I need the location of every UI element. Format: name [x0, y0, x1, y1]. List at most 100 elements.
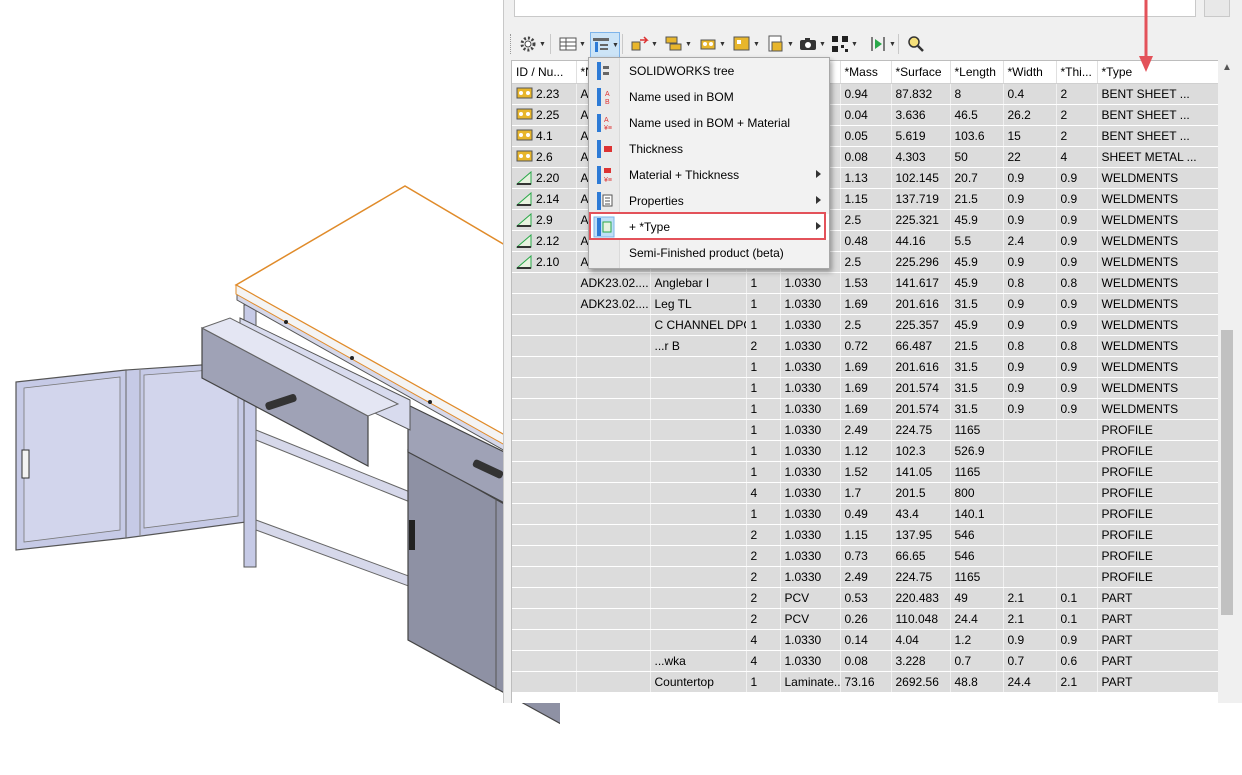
- cell-surface: 102.145: [891, 167, 951, 189]
- cell-mass: 1.69: [840, 398, 892, 420]
- cell-name: [576, 377, 651, 399]
- cell-id: 2.20: [512, 167, 577, 189]
- cell-type: PROFILE: [1097, 566, 1219, 588]
- cell-desc: [650, 608, 747, 630]
- table-row[interactable]: 4 1.0330 0.14 4.04 1.2 0.9 0.9 PART: [512, 629, 1219, 651]
- cell-qty: 1: [746, 503, 781, 525]
- cell-desc: [650, 356, 747, 378]
- table-row[interactable]: 1 1.0330 0.49 43.4 140.1 PROFILE: [512, 503, 1219, 525]
- table-row[interactable]: 1 1.0330 1.12 102.3 526.9 PROFILE: [512, 440, 1219, 462]
- cell-id: [512, 503, 577, 525]
- table-row[interactable]: 1 1.0330 1.69 201.574 31.5 0.9 0.9 WELDMENTS: [512, 398, 1219, 420]
- table-row[interactable]: 1 1.0330 1.69 201.616 31.5 0.9 0.9 WELDMENTS: [512, 356, 1219, 378]
- table-row[interactable]: C CHANNEL DPG 1 1.0330 2.5 225.357 45.9 0.9 0.9…: [512, 314, 1219, 336]
- cell-type: PART: [1097, 671, 1219, 693]
- cell-mass: 1.52: [840, 461, 892, 483]
- cell-name: [576, 503, 651, 525]
- cell-surface: 110.048: [891, 608, 951, 630]
- sheet-metal-icon[interactable]: ▼: [732, 32, 760, 56]
- cell-surface: 102.3: [891, 440, 951, 462]
- table-row[interactable]: Countertop 1 Laminate... 73.16 2692.56 48.8 24…: [512, 671, 1219, 693]
- cell-type: WELDMENTS: [1097, 356, 1219, 378]
- column-header[interactable]: *Width: [1003, 61, 1057, 84]
- part-icon[interactable]: ▼: [698, 32, 726, 56]
- scroll-up-icon[interactable]: ▲: [1218, 62, 1236, 78]
- cell-type: PROFILE: [1097, 545, 1219, 567]
- menu-item-thickness[interactable]: Thickness: [589, 136, 829, 162]
- cell-qty: 2: [746, 545, 781, 567]
- top-input-button[interactable]: [1204, 0, 1230, 17]
- cell-length: 1165: [950, 566, 1004, 588]
- play-icon[interactable]: ▼: [868, 32, 896, 56]
- table-row[interactable]: 2 1.0330 2.49 224.75 1165 PROFILE: [512, 566, 1219, 588]
- menu-item-name-bom-material[interactable]: A ¥≡ Name used in BOM + Material: [589, 110, 829, 136]
- cell-type: WELDMENTS: [1097, 272, 1219, 294]
- submenu-arrow-icon: [816, 170, 821, 178]
- menu-item-solidworks-tree[interactable]: SOLIDWORKS tree: [589, 58, 829, 84]
- table-row[interactable]: 1 1.0330 1.69 201.574 31.5 0.9 0.9 WELDMENTS: [512, 377, 1219, 399]
- menu-item-properties[interactable]: Properties: [589, 188, 829, 214]
- column-header[interactable]: *Thi...: [1056, 61, 1098, 84]
- menu-item-semi-finished[interactable]: Semi-Finished product (beta): [589, 240, 829, 266]
- cell-width: 2.1: [1003, 587, 1057, 609]
- table-row[interactable]: 2 1.0330 1.15 137.95 546 PROFILE: [512, 524, 1219, 546]
- cell-name: [576, 566, 651, 588]
- top-input-strip[interactable]: [514, 0, 1196, 17]
- cell-mass: 2.5: [840, 314, 892, 336]
- qr-code-icon[interactable]: ▼: [830, 32, 858, 56]
- export-icon[interactable]: ▼: [630, 32, 658, 56]
- cell-thickness: 2: [1056, 83, 1098, 105]
- cell-material: 1.0330: [780, 335, 841, 357]
- camera-icon[interactable]: ▼: [798, 32, 826, 56]
- table-row[interactable]: 2 1.0330 0.73 66.65 546 PROFILE: [512, 545, 1219, 567]
- cell-length: 45.9: [950, 272, 1004, 294]
- cell-width: 0.9: [1003, 398, 1057, 420]
- cell-id: [512, 272, 577, 294]
- document-icon[interactable]: ▼: [766, 32, 794, 56]
- cell-width: 2.1: [1003, 608, 1057, 630]
- cell-qty: 1: [746, 356, 781, 378]
- table-row[interactable]: ADK23.02.... Anglebar I 1 1.0330 1.53 141.617…: [512, 272, 1219, 294]
- cell-id: [512, 356, 577, 378]
- cell-desc: [650, 419, 747, 441]
- table-view-icon[interactable]: ▼: [558, 32, 586, 56]
- cell-surface: 137.719: [891, 188, 951, 210]
- cell-length: 31.5: [950, 293, 1004, 315]
- scroll-thumb[interactable]: [1221, 330, 1233, 615]
- table-row[interactable]: ...wka 4 1.0330 0.08 3.228 0.7 0.7 0.6 PART: [512, 650, 1219, 672]
- cell-mass: 0.08: [840, 650, 892, 672]
- tree-structure-icon[interactable]: ▼: [590, 32, 620, 58]
- cell-name: [576, 335, 651, 357]
- column-header[interactable]: *Mass: [840, 61, 892, 84]
- cell-material: PCV: [780, 587, 841, 609]
- table-row[interactable]: 1 1.0330 2.49 224.75 1165 PROFILE: [512, 419, 1219, 441]
- table-row[interactable]: 2 PCV 0.53 220.483 49 2.1 0.1 PART: [512, 587, 1219, 609]
- menu-item-name-used-in-bom[interactable]: AB Name used in BOM: [589, 84, 829, 110]
- cell-surface: 224.75: [891, 419, 951, 441]
- vertical-scrollbar[interactable]: ▲: [1218, 60, 1236, 703]
- cell-id: [512, 650, 577, 672]
- cell-desc: [650, 461, 747, 483]
- table-row[interactable]: ...r B 2 1.0330 0.72 66.487 21.5 0.8 0.8 WELDMEN…: [512, 335, 1219, 357]
- assembly-icon[interactable]: ▼: [664, 32, 692, 56]
- column-header[interactable]: ID / Nu...: [512, 61, 577, 84]
- cell-thickness: [1056, 545, 1098, 567]
- cell-surface: 66.65: [891, 545, 951, 567]
- table-row[interactable]: ADK23.02.... Leg TL 1 1.0330 1.69 201.616 31.5…: [512, 293, 1219, 315]
- cell-thickness: 0.9: [1056, 209, 1098, 231]
- cell-thickness: 0.9: [1056, 251, 1098, 273]
- cell-length: 49: [950, 587, 1004, 609]
- column-header[interactable]: *Surface: [891, 61, 951, 84]
- cell-id: 2.12: [512, 230, 577, 252]
- column-header[interactable]: *Length: [950, 61, 1004, 84]
- cell-id: [512, 314, 577, 336]
- cell-name: [576, 524, 651, 546]
- menu-item-material-thickness[interactable]: ¥≡ Material + Thickness: [589, 162, 829, 188]
- cell-thickness: 0.8: [1056, 335, 1098, 357]
- settings-icon[interactable]: ▼: [518, 32, 546, 56]
- cell-material: 1.0330: [780, 356, 841, 378]
- zoom-icon[interactable]: [906, 32, 926, 56]
- table-row[interactable]: 1 1.0330 1.52 141.05 1165 PROFILE: [512, 461, 1219, 483]
- table-row[interactable]: 4 1.0330 1.7 201.5 800 PROFILE: [512, 482, 1219, 504]
- table-row[interactable]: 2 PCV 0.26 110.048 24.4 2.1 0.1 PART: [512, 608, 1219, 630]
